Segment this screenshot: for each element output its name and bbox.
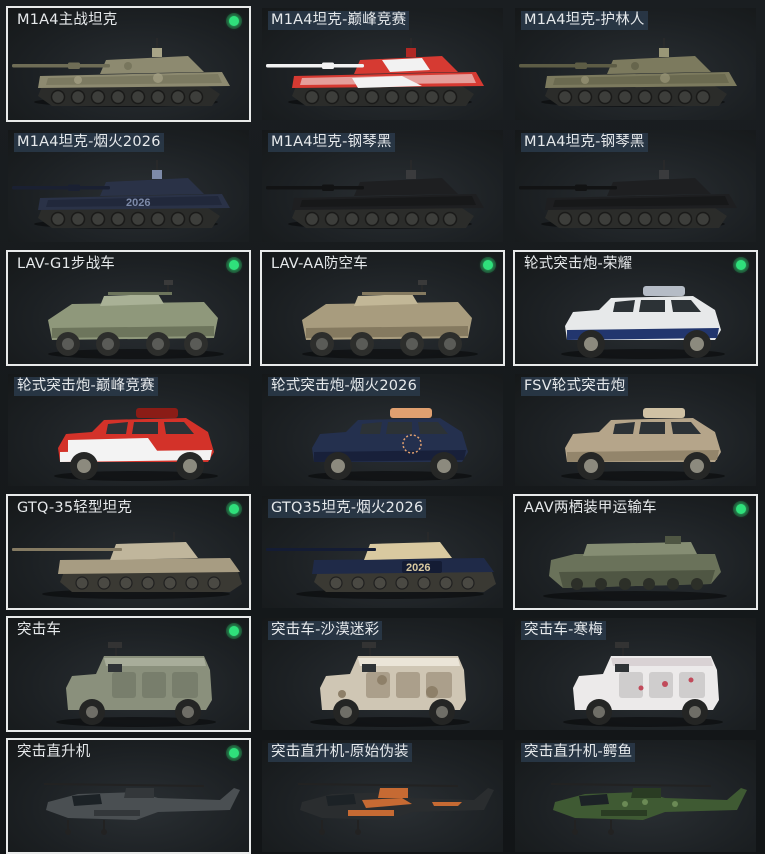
vehicle-skin-grid: M1A4主战坦克 M1A4坦克-巅峰竞赛 M1A4坦克-护林人 2026 M1A… — [0, 0, 765, 854]
vehicle-name: GTQ-35轻型坦克 — [17, 500, 133, 516]
owned-status-icon — [733, 501, 749, 517]
vehicle-card[interactable]: 突击车-寒梅 — [513, 616, 758, 732]
vehicle-card[interactable]: LAV-G1步战车 — [6, 250, 251, 366]
vehicle-card[interactable]: M1A4坦克-巅峰竞赛 — [260, 6, 505, 122]
vehicle-name: 轮式突击炮-巅峰竞赛 — [14, 377, 158, 396]
svg-text:2026: 2026 — [126, 197, 150, 209]
vehicle-name: LAV-G1步战车 — [17, 256, 115, 272]
vehicle-name: 突击车 — [17, 622, 62, 638]
owned-status-icon — [226, 257, 242, 273]
owned-status-icon — [226, 13, 242, 29]
vehicle-name: M1A4坦克-钢琴黑 — [268, 133, 395, 152]
vehicle-card[interactable]: 突击直升机 — [6, 738, 251, 854]
vehicle-card[interactable]: M1A4主战坦克 — [6, 6, 251, 122]
vehicle-card[interactable]: LAV-AA防空车 — [260, 250, 505, 366]
vehicle-name: 突击车-沙漠迷彩 — [268, 621, 383, 640]
svg-text:2026: 2026 — [406, 562, 430, 574]
owned-status-icon — [226, 745, 242, 761]
vehicle-name: M1A4坦克-护林人 — [521, 11, 648, 30]
vehicle-name: 突击直升机-原始伪装 — [268, 743, 412, 762]
vehicle-card[interactable]: M1A4坦克-护林人 — [513, 6, 758, 122]
vehicle-card[interactable]: 轮式突击炮-烟火2026 — [260, 372, 505, 488]
vehicle-name: M1A4主战坦克 — [17, 12, 118, 28]
vehicle-name: 轮式突击炮-荣耀 — [524, 256, 633, 272]
owned-status-icon — [480, 257, 496, 273]
vehicle-card[interactable]: 轮式突击炮-巅峰竞赛 — [6, 372, 251, 488]
owned-status-icon — [226, 623, 242, 639]
vehicle-name: AAV两栖装甲运输车 — [524, 500, 657, 516]
vehicle-card[interactable]: FSV轮式突击炮 — [513, 372, 758, 488]
vehicle-card[interactable]: 2026 M1A4坦克-烟火2026 — [6, 128, 251, 244]
vehicle-card[interactable]: AAV两栖装甲运输车 — [513, 494, 758, 610]
vehicle-card[interactable]: GTQ-35轻型坦克 — [6, 494, 251, 610]
vehicle-name: M1A4坦克-钢琴黑 — [521, 133, 648, 152]
owned-status-icon — [733, 257, 749, 273]
vehicle-card[interactable]: M1A4坦克-钢琴黑 — [513, 128, 758, 244]
owned-status-icon — [226, 501, 242, 517]
vehicle-name: GTQ35坦克-烟火2026 — [268, 499, 427, 518]
vehicle-card[interactable]: 2026 GTQ35坦克-烟火2026 — [260, 494, 505, 610]
vehicle-card[interactable]: 轮式突击炮-荣耀 — [513, 250, 758, 366]
vehicle-name: M1A4坦克-巅峰竞赛 — [268, 11, 410, 30]
vehicle-card[interactable]: 突击直升机-原始伪装 — [260, 738, 505, 854]
vehicle-name: FSV轮式突击炮 — [521, 377, 629, 396]
vehicle-card[interactable]: 突击直升机-鳄鱼 — [513, 738, 758, 854]
vehicle-name: 突击直升机 — [17, 744, 91, 760]
vehicle-card[interactable]: 突击车-沙漠迷彩 — [260, 616, 505, 732]
vehicle-name: M1A4坦克-烟火2026 — [14, 133, 164, 152]
vehicle-card[interactable]: M1A4坦克-钢琴黑 — [260, 128, 505, 244]
vehicle-card[interactable]: 突击车 — [6, 616, 251, 732]
vehicle-name: 突击车-寒梅 — [521, 621, 606, 640]
vehicle-name: LAV-AA防空车 — [271, 256, 368, 272]
vehicle-name: 突击直升机-鳄鱼 — [521, 743, 636, 762]
vehicle-name: 轮式突击炮-烟火2026 — [268, 377, 421, 396]
